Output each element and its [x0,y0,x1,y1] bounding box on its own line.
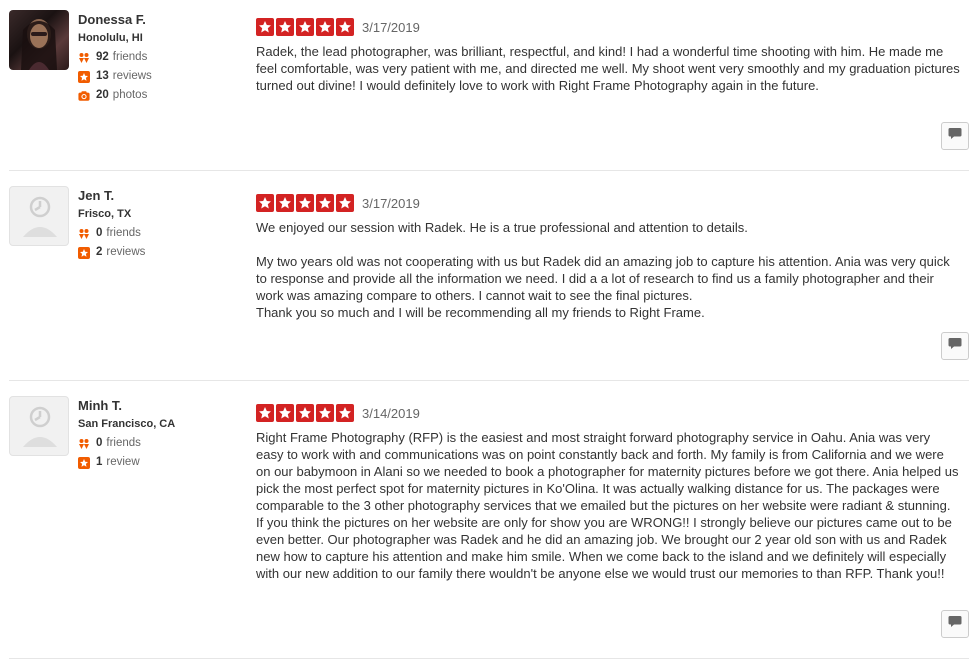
star-icon [256,194,274,212]
star-badge-icon [78,70,90,83]
reviews-number: 1 [96,456,103,468]
user-location: San Francisco, CA [78,418,176,430]
star-icon [316,18,334,36]
reviews-count: 1 review [78,453,248,472]
friends-count: 92 friends [78,48,248,67]
divider [9,380,969,381]
star-rating [256,194,354,212]
user-info: Minh T. San Francisco, CA 0 friends 1 re… [78,396,248,472]
divider [9,658,969,659]
reviews-label: reviews [106,246,146,258]
star-icon [296,404,314,422]
star-icon [296,18,314,36]
avatar[interactable] [9,186,69,246]
review-text: Radek, the lead photographer, was brilli… [256,44,960,93]
star-icon [336,194,354,212]
reviews-number: 2 [96,246,103,258]
photos-number: 20 [96,89,109,101]
review-text: Right Frame Photography (RFP) is the eas… [256,430,959,581]
user-name[interactable]: Minh T. [78,398,248,414]
reviews-count: 13 reviews [78,67,248,86]
star-icon [336,18,354,36]
avatar[interactable] [9,396,69,456]
review-date: 3/17/2019 [362,195,420,211]
avatar[interactable] [9,10,69,70]
comment-button[interactable] [941,122,969,150]
friends-label: friends [112,51,148,63]
review-content: 3/17/2019 Radek, the lead photographer, … [256,10,961,94]
speech-bubble-icon [948,337,962,355]
friends-label: friends [106,227,141,239]
default-user-icon [10,406,68,455]
friends-number: 0 [96,227,103,239]
review-item: Minh T. San Francisco, CA 0 friends 1 re… [9,396,969,660]
photos-label: photos [112,89,148,101]
star-badge-icon [78,246,90,259]
star-icon [296,194,314,212]
review-content: 3/17/2019 We enjoyed our session with Ra… [256,186,961,321]
review-item: Jen T. Frisco, TX 0 friends 2 reviews 3/… [9,186,969,381]
reviews-number: 13 [96,70,109,82]
comment-button[interactable] [941,610,969,638]
star-icon [316,404,334,422]
user-location: Frisco, TX [78,208,132,220]
friends-count: 0 friends [78,224,248,243]
rating-row: 3/17/2019 [256,194,961,212]
star-icon [256,404,274,422]
user-info: Donessa F. Honolulu, HI 92 friends 13 re… [78,10,248,105]
camera-icon [78,90,90,102]
user-name[interactable]: Donessa F. [78,12,248,28]
star-badge-icon [78,456,90,469]
star-icon [256,18,274,36]
reviews-label: review [106,456,140,468]
review-text: We enjoyed our session with Radek. He is… [256,220,950,320]
reviews-label: reviews [112,70,152,82]
review-item: Donessa F. Honolulu, HI 92 friends 13 re… [9,10,969,171]
friends-icon [78,438,90,450]
review-content: 3/14/2019 Right Frame Photography (RFP) … [256,396,961,582]
review-date: 3/14/2019 [362,405,420,421]
rating-row: 3/14/2019 [256,404,961,422]
star-rating [256,404,354,422]
friends-number: 92 [96,51,109,63]
star-icon [276,404,294,422]
star-rating [256,18,354,36]
photos-count: 20 photos [78,86,248,105]
divider [9,170,969,171]
friends-number: 0 [96,437,103,449]
reviews-count: 2 reviews [78,243,248,262]
user-info: Jen T. Frisco, TX 0 friends 2 reviews [78,186,248,262]
star-icon [336,404,354,422]
speech-bubble-icon [948,615,962,633]
friends-icon [78,228,90,240]
review-date: 3/17/2019 [362,19,420,35]
speech-bubble-icon [948,127,962,145]
star-icon [276,194,294,212]
comment-button[interactable] [941,332,969,360]
friends-label: friends [106,437,141,449]
friends-icon [78,52,90,64]
rating-row: 3/17/2019 [256,18,961,36]
friends-count: 0 friends [78,434,248,453]
star-icon [276,18,294,36]
user-name[interactable]: Jen T. [78,188,248,204]
default-user-icon [10,196,68,245]
user-location: Honolulu, HI [78,32,143,44]
star-icon [316,194,334,212]
